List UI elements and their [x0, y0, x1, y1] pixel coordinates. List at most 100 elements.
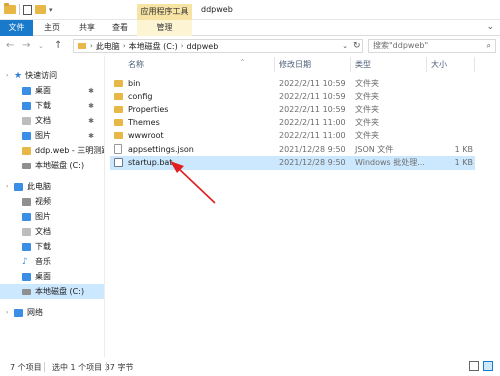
file-size: 1 KB [454, 145, 473, 154]
tab-view[interactable]: 查看 [103, 20, 137, 36]
column-header-name[interactable]: 名称 [128, 57, 144, 72]
breadcrumb-separator-icon[interactable]: › [90, 42, 93, 50]
nav-item-quick-access[interactable]: › ★ 快速访问 [0, 68, 104, 83]
table-row[interactable]: Properties 2022/2/11 10:59 文件夹 [110, 103, 475, 116]
new-folder-icon[interactable] [35, 5, 46, 14]
large-icons-view-icon[interactable] [483, 361, 493, 371]
nav-item-local-disk-selected[interactable]: 本地磁盘 (C:) [0, 284, 104, 299]
file-type: Windows 批处理... [355, 158, 425, 167]
file-type: JSON 文件 [355, 145, 394, 154]
nav-item-desktop[interactable]: 桌面 ✱ [0, 83, 104, 98]
nav-item-downloads[interactable]: 下载 ✱ [0, 98, 104, 113]
nav-item-label: 视频 [35, 197, 51, 206]
file-date: 2021/12/28 9:50 [279, 158, 346, 167]
column-divider[interactable] [350, 57, 351, 72]
batch-file-icon [114, 158, 123, 167]
sort-up-icon: ^ [240, 59, 246, 66]
download-icon [22, 101, 31, 110]
nav-item-label: 下载 [35, 101, 51, 110]
details-view-icon[interactable] [469, 361, 479, 371]
annotation-arrow [170, 161, 216, 204]
document-icon [22, 227, 31, 236]
chevron-down-icon[interactable]: ⌄ [486, 22, 494, 32]
column-divider[interactable] [474, 57, 475, 72]
address-bar[interactable]: › 此电脑 › 本地磁盘 (C:) › ddpweb ⌄ [73, 39, 363, 53]
expand-icon[interactable]: › [6, 309, 14, 316]
file-type: 文件夹 [355, 79, 379, 88]
picture-icon [22, 212, 31, 221]
nav-item-local-disk[interactable]: 本地磁盘 (C:) [0, 158, 104, 173]
nav-item-label: 本地磁盘 (C:) [35, 161, 85, 170]
address-row: ← → ⌄ ↑ › 此电脑 › 本地磁盘 (C:) › ddpweb ⌄ ↻ 搜… [0, 36, 500, 56]
file-type: 文件夹 [355, 131, 379, 140]
search-icon[interactable]: ⌕ [487, 40, 491, 52]
file-date: 2022/2/11 10:59 [279, 105, 346, 114]
nav-item-label: 文档 [35, 116, 51, 125]
column-divider[interactable] [426, 57, 427, 72]
file-name: wwwroot [128, 131, 164, 140]
status-divider [44, 362, 45, 372]
forward-arrow-icon[interactable]: → [22, 39, 30, 53]
table-row[interactable]: wwwroot 2022/2/11 11:00 文件夹 [110, 129, 475, 142]
table-row[interactable]: bin 2022/2/11 10:59 文件夹 [110, 77, 475, 90]
nav-item-desktop-pc[interactable]: 桌面 [0, 269, 104, 284]
breadcrumb-this-pc[interactable]: 此电脑 [96, 41, 120, 52]
folder-icon [114, 93, 123, 100]
breadcrumb-separator-icon[interactable]: › [181, 42, 184, 50]
tab-file[interactable]: 文件 [0, 20, 33, 36]
nav-item-label: 快速访问 [25, 71, 58, 80]
nav-item-pictures-pc[interactable]: 图片 [0, 209, 104, 224]
table-row[interactable]: Themes 2022/2/11 11:00 文件夹 [110, 116, 475, 129]
breadcrumb-drive-c[interactable]: 本地磁盘 (C:) [129, 41, 178, 52]
folder-icon [114, 119, 123, 126]
pin-icon: ✱ [88, 131, 94, 140]
nav-item-downloads-pc[interactable]: 下载 [0, 239, 104, 254]
tab-share[interactable]: 共享 [71, 20, 103, 36]
column-divider[interactable] [274, 57, 275, 72]
chevron-down-icon[interactable]: ▾ [49, 6, 53, 14]
folder-icon [114, 132, 123, 139]
nav-item-label: 图片 [35, 131, 51, 140]
item-count: 7 个项目 [10, 363, 42, 372]
column-header-size[interactable]: 大小 [431, 57, 447, 72]
nav-item-ddp-web[interactable]: ddp.web - 三明测距 [0, 143, 104, 158]
file-name: Properties [128, 105, 169, 114]
breadcrumb-ddpweb[interactable]: ddpweb [187, 42, 219, 51]
selection-info: 选中 1 个项目 37 字节 [52, 363, 134, 372]
up-arrow-icon[interactable]: ↑ [54, 39, 62, 53]
nav-item-videos[interactable]: 视频 [0, 194, 104, 209]
table-row[interactable]: config 2022/2/11 10:59 文件夹 [110, 90, 475, 103]
nav-item-network[interactable]: › 网络 [0, 305, 104, 320]
expand-icon[interactable]: › [6, 72, 14, 79]
folder-icon [22, 146, 31, 155]
file-date: 2022/2/11 10:59 [279, 92, 346, 101]
properties-icon[interactable] [23, 4, 32, 15]
breadcrumb-separator-icon[interactable]: › [123, 42, 126, 50]
star-icon: ★ [14, 70, 23, 81]
ribbon-tabs: 文件 主页 共享 查看 管理 ⌄ [0, 20, 500, 36]
expand-icon[interactable]: › [6, 183, 14, 190]
nav-item-label: 桌面 [35, 86, 51, 95]
table-row[interactable]: appsettings.json 2021/12/28 9:50 JSON 文件… [110, 143, 475, 156]
tab-manage[interactable]: 管理 [137, 20, 192, 36]
nav-item-pictures[interactable]: 图片 ✱ [0, 128, 104, 143]
pane-divider[interactable] [104, 56, 105, 357]
recent-chevron-icon[interactable]: ⌄ [38, 39, 44, 53]
pin-icon: ✱ [88, 101, 94, 110]
computer-icon [14, 182, 23, 191]
nav-item-music[interactable]: ♪ 音乐 [0, 254, 104, 269]
refresh-icon[interactable]: ↻ [353, 39, 361, 53]
column-header-date[interactable]: 修改日期 [279, 57, 311, 72]
chevron-down-icon[interactable]: ⌄ [342, 40, 348, 52]
column-header-type[interactable]: 类型 [355, 57, 371, 72]
nav-item-documents-pc[interactable]: 文档 [0, 224, 104, 239]
nav-item-documents[interactable]: 文档 ✱ [0, 113, 104, 128]
back-arrow-icon[interactable]: ← [6, 39, 14, 53]
nav-item-label: 此电脑 [27, 182, 51, 191]
tab-home[interactable]: 主页 [33, 20, 71, 36]
search-input[interactable]: 搜索"ddpweb" ⌕ [368, 39, 496, 53]
file-size: 1 KB [454, 158, 473, 167]
search-placeholder: 搜索"ddpweb" [373, 41, 429, 50]
quick-access-toolbar: ▾ [4, 3, 53, 15]
nav-item-this-pc[interactable]: › 此电脑 [0, 179, 104, 194]
